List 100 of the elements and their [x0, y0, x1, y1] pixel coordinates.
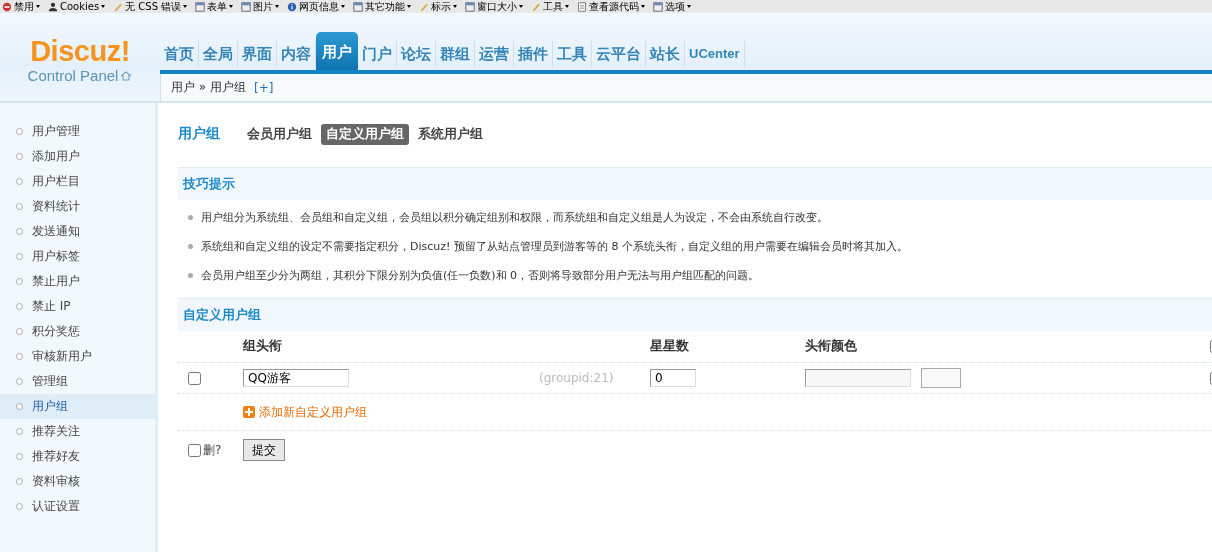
delete-label: 删? — [203, 441, 222, 459]
nav-tab[interactable]: 站长 — [646, 41, 685, 67]
window-icon[interactable] — [241, 1, 252, 12]
stop-icon[interactable] — [2, 1, 12, 12]
toolbar-menu[interactable]: 禁用 — [14, 0, 34, 13]
caret-icon — [229, 5, 234, 8]
stars-field[interactable]: 0 — [650, 369, 696, 387]
caret-icon — [36, 5, 40, 8]
tab[interactable]: 自定义用户组 — [321, 123, 409, 145]
sidebar-item[interactable]: 资料统计 — [0, 194, 155, 219]
caret-icon — [641, 5, 646, 8]
window-icon[interactable] — [465, 1, 476, 12]
nav-tab[interactable]: 群组 — [436, 41, 475, 67]
color-swatch[interactable] — [921, 368, 961, 388]
circle-bullet-icon — [16, 428, 23, 435]
nav-tab[interactable]: 运营 — [475, 41, 514, 67]
color-field[interactable] — [805, 369, 911, 387]
circle-bullet-icon — [16, 478, 23, 485]
circle-bullet-icon — [16, 153, 23, 160]
bullet-icon — [188, 273, 193, 278]
bullet-icon — [188, 215, 193, 220]
section-title: 自定义用户组 — [178, 298, 1212, 331]
column-header: 组头衔 — [243, 338, 283, 355]
info-icon[interactable] — [287, 1, 298, 12]
page-icon[interactable] — [577, 1, 588, 12]
toolbar-menu[interactable]: 网页信息 — [299, 0, 340, 13]
sidebar-item[interactable]: 禁止用户 — [0, 269, 155, 294]
sidebar-item[interactable]: 用户管理 — [0, 119, 155, 144]
sidebar-item[interactable]: 管理组 — [0, 369, 155, 394]
circle-bullet-icon — [16, 353, 23, 360]
toolbar-menu[interactable]: 查看源代码 — [589, 0, 640, 13]
caret-icon — [519, 5, 524, 8]
toolbar-menu[interactable]: 窗口大小 — [477, 0, 518, 13]
window-icon[interactable] — [195, 1, 206, 12]
nav-tab[interactable]: UCenter — [685, 41, 745, 67]
circle-bullet-icon — [16, 253, 23, 260]
sidebar-item[interactable]: 用户栏目 — [0, 169, 155, 194]
nav-tab[interactable]: 门户 — [358, 41, 397, 67]
toolbar-menu[interactable]: 标示 — [431, 0, 452, 13]
nav-tab[interactable]: 界面 — [238, 41, 277, 67]
circle-bullet-icon — [16, 228, 23, 235]
bullet-icon — [188, 244, 193, 249]
toolbar-menu[interactable]: 选项 — [665, 0, 686, 13]
caret-icon — [341, 5, 346, 8]
checkbox[interactable] — [188, 371, 201, 385]
toolbar-menu[interactable]: 工具 — [543, 0, 564, 13]
tab[interactable]: 会员用户组 — [242, 123, 317, 145]
tip-text: 会员用户组至少分为两组，其积分下限分别为负值(任一负数)和 0，否则将导致部分用户无法与用户组匹配的问题。 — [201, 268, 760, 283]
sidebar-item[interactable]: 用户标签 — [0, 244, 155, 269]
circle-bullet-icon — [16, 128, 23, 135]
sidebar-item[interactable]: 推荐好友 — [0, 444, 155, 469]
caret-icon — [183, 5, 188, 8]
toolbar-menu[interactable]: Cookies — [60, 0, 100, 13]
sidebar-item[interactable]: 积分奖惩 — [0, 319, 155, 344]
sidebar-item[interactable]: 禁止 IP — [0, 294, 155, 319]
toolbar-menu[interactable]: 表单 — [207, 0, 228, 13]
nav-tab[interactable]: 首页 — [160, 41, 199, 67]
window-icon[interactable] — [653, 1, 664, 12]
circle-bullet-icon — [16, 328, 23, 335]
tips-title: 技巧提示 — [178, 167, 1212, 200]
nav-tab[interactable]: 插件 — [514, 41, 553, 67]
tab[interactable]: 系统用户组 — [413, 123, 488, 145]
circle-bullet-icon — [16, 278, 23, 285]
circle-bullet-icon — [16, 503, 23, 510]
tip-text: 系统组和自定义组的设定不需要指定积分，Discuz! 预留了从站点管理员到游客等的 8 个系统头衔，自定义组的用户需要在编辑会员时将其加入。 — [201, 239, 908, 254]
caret-icon — [407, 5, 412, 8]
toolbar-menu[interactable]: 其它功能 — [365, 0, 406, 13]
person-icon[interactable] — [48, 1, 58, 12]
control-panel-text: Control Panel — [27, 67, 119, 84]
sidebar-item[interactable]: 添加用户 — [0, 144, 155, 169]
delete-checkbox[interactable] — [188, 443, 201, 457]
sidebar-item[interactable]: 用户组 — [0, 394, 155, 419]
column-header: 头衔颜色 — [805, 338, 858, 355]
breadcrumb: 用户 » 用户组 — [171, 79, 246, 96]
sidebar-item[interactable]: 发送通知 — [0, 219, 155, 244]
home-icon[interactable] — [120, 70, 133, 81]
sidebar-item[interactable]: 认证设置 — [0, 494, 155, 519]
circle-bullet-icon — [16, 303, 23, 310]
window-icon[interactable] — [353, 1, 364, 12]
plus-icon — [243, 406, 255, 418]
sidebar-item[interactable]: 推荐关注 — [0, 419, 155, 444]
nav-tab[interactable]: 用户 — [316, 32, 358, 70]
add-shortcut-link[interactable]: [+] — [254, 80, 274, 95]
submit-button[interactable]: 提交 — [243, 439, 285, 461]
nav-tab[interactable]: 全局 — [199, 41, 238, 67]
toolbar-menu[interactable]: 图片 — [253, 0, 274, 13]
circle-bullet-icon — [16, 378, 23, 385]
group-name-field[interactable]: QQ游客 — [243, 369, 349, 387]
group-id: (groupid:21) — [539, 371, 614, 385]
sidebar-item[interactable]: 审核新用户 — [0, 344, 155, 369]
caret-icon — [453, 5, 458, 8]
nav-tab[interactable]: 论坛 — [397, 41, 436, 67]
nav-tab[interactable]: 云平台 — [592, 41, 646, 67]
page-title: 用户组 — [178, 125, 220, 143]
column-header: 星星数 — [650, 338, 690, 355]
nav-tab[interactable]: 工具 — [553, 41, 592, 67]
circle-bullet-icon — [16, 178, 23, 185]
toolbar-menu[interactable]: 无 CSS 错误 — [125, 0, 182, 13]
sidebar-item[interactable]: 资料审核 — [0, 469, 155, 494]
caret-icon — [101, 5, 106, 8]
